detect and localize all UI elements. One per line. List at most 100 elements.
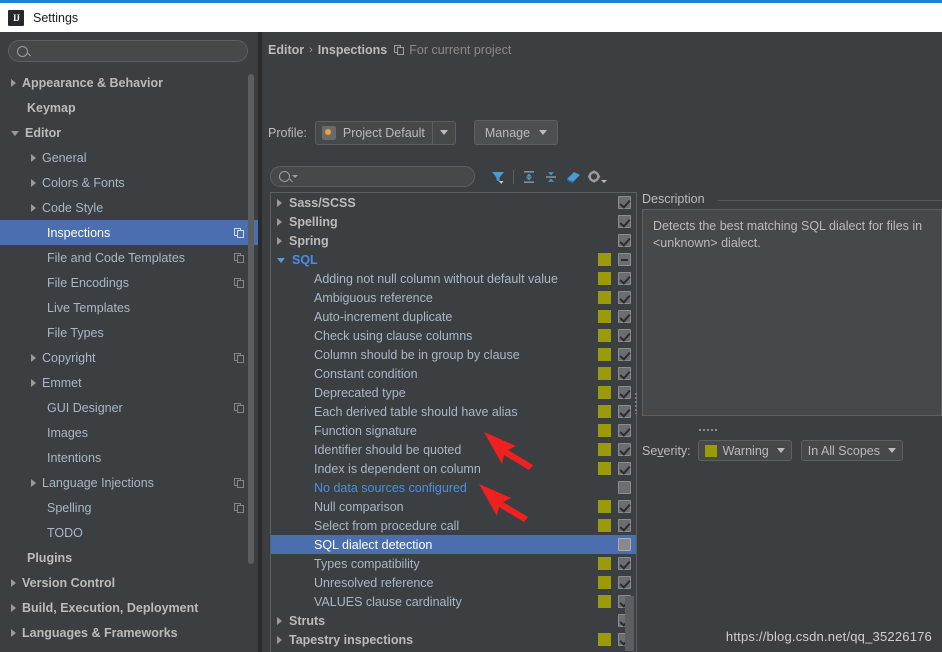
inspection-row[interactable]: Check using clause columns bbox=[271, 326, 636, 345]
sidebar-item-build-execution-deployment[interactable]: Build, Execution, Deployment bbox=[0, 595, 258, 620]
chevron-down-icon[interactable] bbox=[11, 131, 19, 136]
sidebar-item-emmet[interactable]: Emmet bbox=[0, 370, 258, 395]
inspection-checkbox[interactable] bbox=[618, 348, 631, 361]
chevron-right-icon[interactable] bbox=[11, 603, 16, 612]
profile-combobox[interactable]: Project Default bbox=[314, 120, 456, 145]
sidebar-item-spelling[interactable]: Spelling bbox=[0, 495, 258, 520]
inspection-row[interactable]: Sass/SCSS bbox=[271, 193, 636, 212]
inspection-row[interactable]: Index is dependent on column bbox=[271, 459, 636, 478]
sidebar-item-editor[interactable]: Editor bbox=[0, 120, 258, 145]
inspection-row[interactable]: Struts bbox=[271, 611, 636, 630]
collapse-all-icon[interactable] bbox=[540, 167, 562, 187]
inspection-checkbox[interactable] bbox=[618, 253, 631, 266]
chevron-right-icon[interactable] bbox=[31, 478, 36, 487]
chevron-right-icon[interactable] bbox=[11, 628, 16, 637]
expand-all-icon[interactable] bbox=[518, 167, 540, 187]
inspection-checkbox[interactable] bbox=[618, 500, 631, 513]
inspections-tree[interactable]: Sass/SCSS Spelling Spring SQL Adding not nul… bbox=[270, 192, 637, 652]
inspection-row[interactable]: Constant condition bbox=[271, 364, 636, 383]
chevron-right-icon[interactable] bbox=[277, 198, 282, 207]
sidebar-item-language-injections[interactable]: Language Injections bbox=[0, 470, 258, 495]
inspection-row[interactable]: No data sources configured bbox=[271, 478, 636, 497]
manage-button[interactable]: Manage bbox=[473, 120, 559, 145]
inspection-checkbox[interactable] bbox=[618, 329, 631, 342]
search-options-chevron-icon[interactable] bbox=[292, 175, 298, 178]
scope-combobox[interactable]: In All Scopes bbox=[800, 440, 903, 461]
inspection-row[interactable]: Null comparison bbox=[271, 497, 636, 516]
inspection-checkbox[interactable] bbox=[618, 481, 631, 494]
inspection-row[interactable]: Each derived table should have alias bbox=[271, 402, 636, 421]
sidebar-item-version-control[interactable]: Version Control bbox=[0, 570, 258, 595]
sidebar-item-live-templates[interactable]: Live Templates bbox=[0, 295, 258, 320]
inspection-checkbox[interactable] bbox=[618, 291, 631, 304]
sidebar-item-gui-designer[interactable]: GUI Designer bbox=[0, 395, 258, 420]
sidebar-item-intentions[interactable]: Intentions bbox=[0, 445, 258, 470]
chevron-right-icon[interactable] bbox=[31, 203, 36, 212]
reset-eraser-icon[interactable] bbox=[562, 167, 584, 187]
sidebar-item-inspections[interactable]: Inspections bbox=[0, 220, 258, 245]
inspection-row[interactable]: Spring bbox=[271, 231, 636, 250]
inspection-search[interactable] bbox=[270, 166, 475, 187]
sidebar-item-images[interactable]: Images bbox=[0, 420, 258, 445]
sidebar-item-keymap[interactable]: Keymap bbox=[0, 95, 258, 120]
chevron-down-icon[interactable] bbox=[277, 258, 285, 263]
inspection-search-input[interactable] bbox=[306, 167, 466, 186]
sidebar-item-todo[interactable]: TODO bbox=[0, 520, 258, 545]
inspection-row[interactable]: Auto-increment duplicate bbox=[271, 307, 636, 326]
chevron-right-icon[interactable] bbox=[31, 353, 36, 362]
inspection-row[interactable]: Spelling bbox=[271, 212, 636, 231]
inspections-scrollbar[interactable] bbox=[625, 596, 634, 651]
inspection-checkbox[interactable] bbox=[618, 367, 631, 380]
chevron-right-icon[interactable] bbox=[277, 616, 282, 625]
inspection-row[interactable]: Adding not null column without default v… bbox=[271, 269, 636, 288]
chevron-right-icon[interactable] bbox=[277, 635, 282, 644]
filter-icon[interactable] bbox=[487, 167, 509, 187]
inspection-row[interactable]: Deprecated type bbox=[271, 383, 636, 402]
chevron-right-icon[interactable] bbox=[31, 153, 36, 162]
inspection-checkbox[interactable] bbox=[618, 443, 631, 456]
inspection-checkbox[interactable] bbox=[618, 557, 631, 570]
inspection-row[interactable]: Function signature bbox=[271, 421, 636, 440]
chevron-right-icon[interactable] bbox=[11, 78, 16, 87]
chevron-right-icon[interactable] bbox=[277, 236, 282, 245]
vertical-splitter-grip[interactable] bbox=[698, 428, 718, 432]
breadcrumb-root[interactable]: Editor bbox=[268, 43, 304, 57]
inspection-checkbox[interactable] bbox=[618, 196, 631, 209]
inspection-row[interactable]: Ambiguous reference bbox=[271, 288, 636, 307]
sidebar-tree[interactable]: Appearance & Behavior Keymap Editor General… bbox=[0, 70, 258, 652]
sidebar-item-plugins[interactable]: Plugins bbox=[0, 545, 258, 570]
sidebar-item-code-style[interactable]: Code Style bbox=[0, 195, 258, 220]
inspection-checkbox[interactable] bbox=[618, 424, 631, 437]
chevron-right-icon[interactable] bbox=[277, 217, 282, 226]
settings-gear-icon[interactable] bbox=[584, 167, 607, 187]
sidebar-item-general[interactable]: General bbox=[0, 145, 258, 170]
inspection-row[interactable]: Tapestry inspections bbox=[271, 630, 636, 649]
inspection-row[interactable]: VALUES clause cardinality bbox=[271, 592, 636, 611]
chevron-right-icon[interactable] bbox=[31, 378, 36, 387]
sidebar-scrollbar[interactable] bbox=[248, 74, 254, 564]
inspection-checkbox[interactable] bbox=[618, 310, 631, 323]
inspection-checkbox[interactable] bbox=[618, 215, 631, 228]
inspection-checkbox[interactable] bbox=[618, 462, 631, 475]
sidebar-item-file-encodings[interactable]: File Encodings bbox=[0, 270, 258, 295]
inspection-row[interactable]: Identifier should be quoted bbox=[271, 440, 636, 459]
inspection-checkbox[interactable] bbox=[618, 386, 631, 399]
inspection-row[interactable]: SQL dialect detection bbox=[271, 535, 636, 554]
inspection-checkbox[interactable] bbox=[618, 234, 631, 247]
sidebar-item-copyright[interactable]: Copyright bbox=[0, 345, 258, 370]
sidebar-search-input[interactable] bbox=[36, 42, 226, 60]
sidebar-item-languages-frameworks[interactable]: Languages & Frameworks bbox=[0, 620, 258, 645]
sidebar-item-file-and-code-templates[interactable]: File and Code Templates bbox=[0, 245, 258, 270]
chevron-right-icon[interactable] bbox=[11, 578, 16, 587]
inspection-row[interactable]: Select from procedure call bbox=[271, 516, 636, 535]
inspection-checkbox[interactable] bbox=[618, 405, 631, 418]
inspection-row[interactable]: Types compatibility bbox=[271, 554, 636, 573]
inspection-checkbox[interactable] bbox=[618, 576, 631, 589]
inspection-row[interactable]: Unresolved reference bbox=[271, 573, 636, 592]
sidebar-item-colors-fonts[interactable]: Colors & Fonts bbox=[0, 170, 258, 195]
sidebar-item-appearance-behavior[interactable]: Appearance & Behavior bbox=[0, 70, 258, 95]
inspection-checkbox[interactable] bbox=[618, 538, 631, 551]
sidebar-item-file-types[interactable]: File Types bbox=[0, 320, 258, 345]
sidebar-search[interactable] bbox=[8, 40, 248, 62]
inspection-checkbox[interactable] bbox=[618, 519, 631, 532]
